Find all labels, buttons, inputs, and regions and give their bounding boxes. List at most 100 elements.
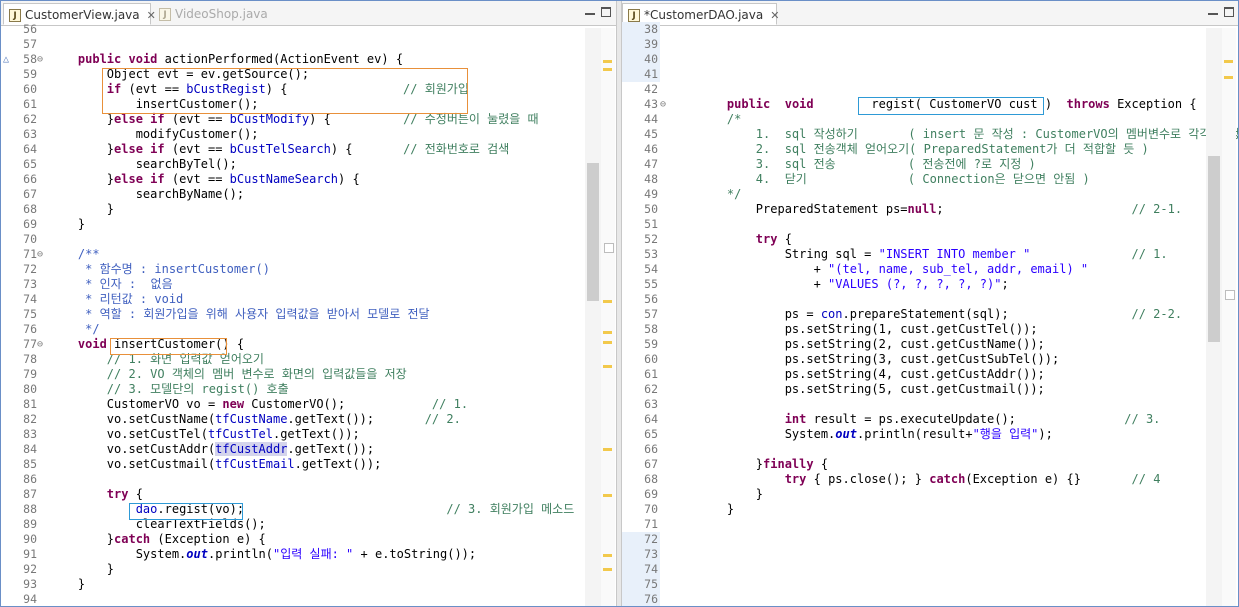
maximize-icon[interactable] [1224, 7, 1234, 17]
code-line[interactable]: 76 [622, 592, 660, 606]
code-line[interactable]: 58 ps.setString(1, cust.getCustTel()); [622, 322, 1238, 337]
code-line[interactable]: 66 [622, 442, 1238, 457]
code-line[interactable]: 90 }catch (Exception e) { [1, 532, 616, 547]
code-line[interactable]: 66 }else if (evt == bCustNameSearch) { [1, 172, 616, 187]
code-line[interactable]: 59 ps.setString(2, cust.getCustName()); [622, 337, 1238, 352]
right-vertical-scrollbar[interactable] [1206, 28, 1222, 606]
code-line[interactable]: 75 * 역할 : 회원가입을 위해 사용자 입력값을 받아서 모델로 전달 [1, 307, 616, 322]
code-line[interactable]: 62 ps.setString(5, cust.getCustmail()); [622, 382, 1238, 397]
code-line[interactable]: 89 clearTextFields(); [1, 517, 616, 532]
code-line[interactable]: 93 } [1, 577, 616, 592]
code-line[interactable]: 65 searchByTel(); [1, 157, 616, 172]
code-line[interactable]: 68 } [1, 202, 616, 217]
code-line[interactable]: 68 try { ps.close(); } catch(Exception e… [622, 472, 1238, 487]
code-line[interactable]: 57 ps = con.prepareStatement(sql); // 2-… [622, 307, 1238, 322]
code-line[interactable]: 39 [622, 37, 660, 52]
fold-toggle-icon[interactable]: ⊖ [660, 97, 666, 112]
code-line[interactable]: 78 // 1. 화면 입력값 얻어오기 [1, 352, 616, 367]
code-line[interactable]: 80 // 3. 모델단의 regist() 호출 [1, 382, 616, 397]
code-line[interactable]: 57 [1, 37, 616, 52]
code-line[interactable]: 63 modifyCustomer(); [1, 127, 616, 142]
code-line[interactable]: 48 4. 닫기 ( Connection은 닫으면 안됨 ) [622, 172, 1238, 187]
code-line[interactable]: 55 + "VALUES (?, ?, ?, ?, ?)"; [622, 277, 1238, 292]
fold-toggle-icon[interactable]: ⊖ [37, 247, 43, 262]
scroll-thumb[interactable] [1208, 156, 1220, 342]
code-text: * 역할 : 회원가입을 위해 사용자 입력값을 받아서 모델로 전달 [85, 307, 430, 321]
code-line[interactable]: 72 [622, 532, 660, 547]
code-line[interactable]: 58 △ ⊖ public void actionPerformed(ActionE… [1, 52, 616, 67]
code-line[interactable]: 73 * 인자 : 없음 [1, 277, 616, 292]
line-number: 50 [644, 202, 658, 216]
code-line[interactable]: 71 [622, 517, 1238, 532]
code-line[interactable]: 67 }finally { [622, 457, 1238, 472]
code-line[interactable]: 49 */ [622, 187, 1238, 202]
code-line[interactable]: 69 } [622, 487, 1238, 502]
code-line[interactable]: 92 } [1, 562, 616, 577]
code-line[interactable]: 65 System.out.println(result+"행을 입력"); [622, 427, 1238, 442]
code-text: }else if (evt == bCustModify) { // 수정버튼이… [49, 112, 539, 126]
code-line[interactable]: 41 [622, 67, 660, 82]
code-line[interactable]: 77 ⊖ void insertCustomer() { [1, 337, 616, 352]
code-text: 1. sql 작성하기 ( insert 문 작성 : CustomerVO의 … [755, 127, 1238, 141]
code-line[interactable]: 60 ps.setString(3, cust.getCustSubTel())… [622, 352, 1238, 367]
code-line[interactable]: 64 int result = ps.executeUpdate(); // 3… [622, 412, 1238, 427]
code-line[interactable]: 51 [622, 217, 1238, 232]
code-line[interactable]: 94 [1, 592, 616, 606]
code-line[interactable]: 83 vo.setCustTel(tfCustTel.getText()); [1, 427, 616, 442]
code-line[interactable]: 84 vo.setCustAddr(tfCustAddr.getText()); [1, 442, 616, 457]
code-line[interactable]: 79 // 2. VO 객체의 멤버 변수로 화면의 입력값들을 저장 [1, 367, 616, 382]
code-line[interactable]: 70 [1, 232, 616, 247]
fold-toggle-icon[interactable]: ⊖ [37, 337, 43, 352]
code-line[interactable]: 38 [622, 22, 660, 37]
code-line[interactable]: 54 + "(tel, name, sub_tel, addr, email) … [622, 262, 1238, 277]
code-line[interactable]: 70 } [622, 502, 1238, 517]
code-line[interactable]: 42 [622, 82, 1238, 97]
code-line[interactable]: 63 [622, 397, 1238, 412]
maximize-icon[interactable] [601, 7, 611, 17]
code-line[interactable]: 56 [1, 22, 616, 37]
scroll-thumb[interactable] [587, 163, 599, 301]
code-line[interactable]: 40 [622, 52, 660, 67]
code-line[interactable]: 91 System.out.println("입력 실패: " + e.toSt… [1, 547, 616, 562]
java-file-icon: J [9, 9, 21, 22]
code-line[interactable]: 46 2. sql 전송객체 얻어오기( PreparedStatement가 … [622, 142, 1238, 157]
code-line[interactable]: 47 3. sql 전송 ( 전송전에 ?로 지정 ) [622, 157, 1238, 172]
code-line[interactable]: 76 */ [1, 322, 616, 337]
minimize-icon[interactable] [585, 7, 595, 17]
code-line[interactable]: 53 String sql = "INSERT INTO member " //… [622, 247, 1238, 262]
code-line[interactable]: 62 }else if (evt == bCustModify) { // 수정… [1, 112, 616, 127]
code-line[interactable]: 61 ps.setString(4, cust.getCustAddr()); [622, 367, 1238, 382]
code-line[interactable]: 69 } [1, 217, 616, 232]
line-number: 51 [644, 217, 658, 231]
left-code-area[interactable]: 56 57 58 △ ⊖ public void actionPerformed(Act… [1, 22, 616, 606]
left-vertical-scrollbar[interactable] [585, 28, 601, 606]
code-line[interactable]: 73 [622, 547, 660, 562]
code-line[interactable]: 56 [622, 292, 1238, 307]
code-line[interactable]: 45 1. sql 작성하기 ( insert 문 작성 : CustomerV… [622, 127, 1238, 142]
code-line[interactable]: 85 vo.setCustmail(tfCustEmail.getText())… [1, 457, 616, 472]
line-number: 57 [644, 307, 658, 321]
code-line[interactable]: 82 vo.setCustName(tfCustName.getText());… [1, 412, 616, 427]
code-line[interactable]: 74 [622, 562, 660, 577]
code-line[interactable]: 72 * 함수명 : insertCustomer() [1, 262, 616, 277]
minimize-icon[interactable] [1208, 7, 1218, 17]
code-line[interactable]: 52 try { [622, 232, 1238, 247]
close-icon[interactable]: ✕ [770, 5, 779, 27]
code-line[interactable]: 75 [622, 577, 660, 592]
code-line[interactable]: 67 searchByName(); [1, 187, 616, 202]
code-line[interactable]: 74 * 리턴값 : void [1, 292, 616, 307]
code-line[interactable]: 81 CustomerVO vo = new CustomerVO(); // … [1, 397, 616, 412]
line-number: 49 [644, 187, 658, 201]
code-line[interactable]: 71 ⊖ /** [1, 247, 616, 262]
code-text: + "VALUES (?, ?, ?, ?, ?)"; [698, 277, 1009, 291]
code-line[interactable]: 86 [1, 472, 616, 487]
override-marker-icon[interactable]: △ [3, 52, 9, 67]
java-file-icon: J [628, 9, 640, 22]
code-line[interactable]: 50 PreparedStatement ps=null; // 2-1. [622, 202, 1238, 217]
fold-toggle-icon[interactable]: ⊖ [37, 52, 43, 67]
code-line[interactable]: 88 dao.regist(vo); // 3. 회원가입 메소드 [1, 502, 616, 517]
code-line[interactable]: 64 }else if (evt == bCustTelSearch) { //… [1, 142, 616, 157]
code-line[interactable]: 87 try { [1, 487, 616, 502]
line-number: 39 [644, 37, 658, 51]
line-number: 86 [23, 472, 37, 486]
